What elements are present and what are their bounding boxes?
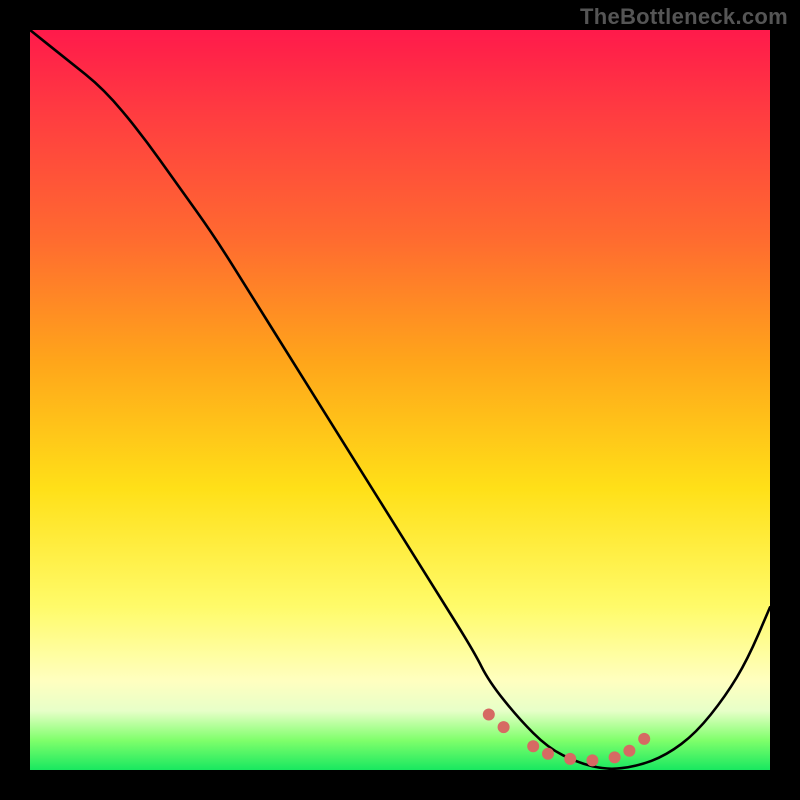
gradient-background [30,30,770,770]
watermark-text: TheBottleneck.com [580,4,788,30]
chart-canvas: TheBottleneck.com [0,0,800,800]
plot-area [30,30,770,770]
